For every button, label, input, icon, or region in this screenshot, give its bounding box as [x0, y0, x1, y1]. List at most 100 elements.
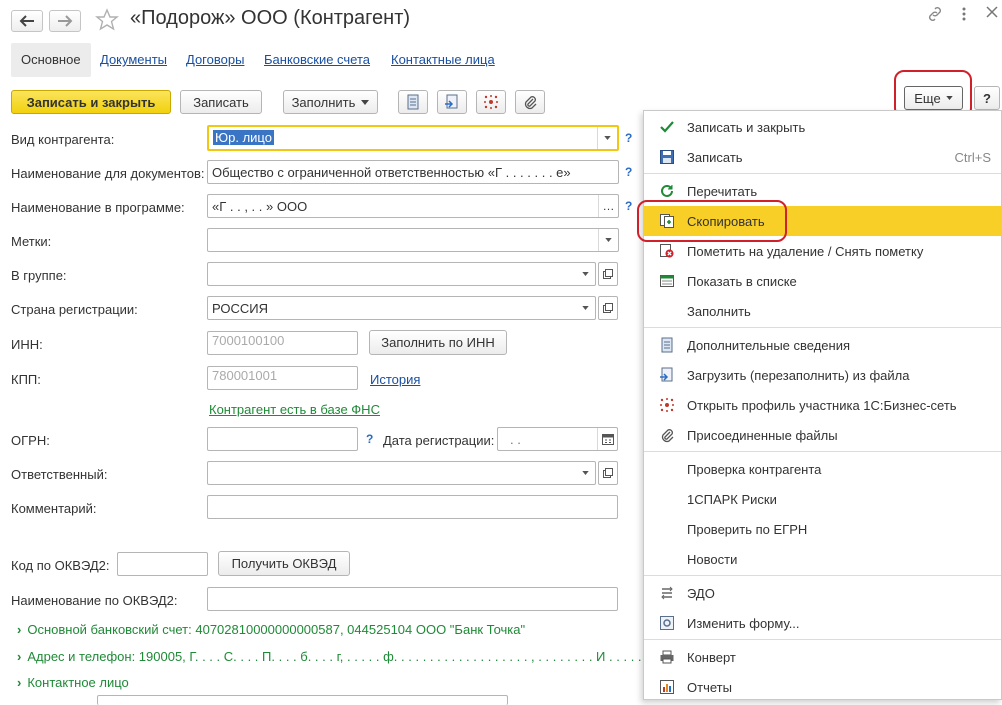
country-dropdown-button[interactable] [575, 297, 595, 319]
menu-item-label: Записать [687, 149, 743, 165]
group-open-button[interactable] [598, 262, 618, 286]
ogrn-help-icon[interactable]: ? [366, 432, 373, 446]
tab-contracts[interactable]: Договоры [186, 43, 244, 77]
triangle-down-icon [581, 471, 589, 475]
info-sheet-icon [407, 94, 419, 110]
ogrn-field[interactable] [207, 427, 358, 451]
contact-section[interactable]: › Контактное лицо [17, 675, 129, 690]
comment-field[interactable] [207, 495, 618, 519]
business-network-button[interactable] [476, 90, 506, 114]
kpp-history-link[interactable]: История [370, 372, 420, 387]
group-label: В группе: [11, 268, 67, 283]
doc-name-field[interactable]: Общество с ограниченной ответственностью… [207, 160, 619, 184]
save-and-close-button[interactable]: Записать и закрыть [11, 90, 171, 114]
more-vertical-icon[interactable] [960, 6, 968, 25]
menu-item-save-close[interactable]: Записать и закрыть [644, 112, 1001, 142]
triangle-down-icon [604, 136, 611, 140]
menu-separator [644, 173, 1001, 174]
menu-item-check-counterparty[interactable]: Проверка контрагента [644, 454, 1001, 484]
reg-date-field[interactable]: . . [497, 427, 618, 451]
country-open-button[interactable] [598, 296, 618, 320]
menu-item-change-form[interactable]: Изменить форму... [644, 608, 1001, 638]
fill-dropdown-button[interactable]: Заполнить [283, 90, 378, 114]
bank-account-section[interactable]: › Основной банковский счет: 4070281000000… [17, 622, 525, 637]
doc-name-help-icon[interactable]: ? [625, 165, 632, 179]
responsible-dropdown-button[interactable] [575, 462, 595, 484]
prog-name-field[interactable]: «Г . . , . . » ООО … [207, 194, 619, 218]
menu-item-additional-info[interactable]: Дополнительные сведения [644, 330, 1001, 360]
menu-item-envelope[interactable]: Конверт [644, 642, 1001, 672]
inn-field[interactable]: 7000100100 [207, 331, 358, 355]
favorite-star-icon[interactable] [95, 8, 119, 35]
kpp-field[interactable]: 780001001 [207, 366, 358, 390]
fill-by-inn-button[interactable]: Заполнить по ИНН [369, 330, 507, 355]
menu-item-business-network[interactable]: Открыть профиль участника 1С:Бизнес-сеть [644, 390, 1001, 420]
menu-item-show-in-list[interactable]: Показать в списке [644, 266, 1001, 296]
tab-documents[interactable]: Документы [100, 43, 167, 77]
load-file-button[interactable] [437, 90, 467, 114]
inn-value: 7000100100 [212, 333, 285, 348]
menu-item-attached-files[interactable]: Присоединенные файлы [644, 420, 1001, 450]
close-icon[interactable] [986, 6, 998, 21]
menu-item-label: Проверить по ЕГРН [687, 521, 808, 537]
reg-date-value: . . [510, 432, 521, 447]
menu-item-edo[interactable]: ЭДО [644, 578, 1001, 608]
calendar-icon [601, 434, 614, 445]
info-sheet-button[interactable] [398, 90, 428, 114]
menu-item-reports[interactable]: Отчеты [644, 672, 1001, 702]
tags-field[interactable] [207, 228, 619, 252]
refresh-icon [659, 183, 675, 199]
doc-name-label: Наименование для документов: [11, 166, 205, 181]
menu-item-load-file[interactable]: Загрузить (перезаполнить) из файла [644, 360, 1001, 390]
load-file-icon [659, 367, 675, 383]
menu-separator [644, 451, 1001, 452]
menu-item-save[interactable]: Записать Ctrl+S [644, 142, 1001, 172]
open-window-icon [603, 269, 613, 279]
tab-bank-accounts[interactable]: Банковские счета [264, 43, 370, 77]
group-dropdown-button[interactable] [575, 263, 595, 285]
okved-code-label: Код по ОКВЭД2: [11, 558, 110, 573]
prog-name-ellipsis-button[interactable]: … [598, 195, 618, 217]
kind-dropdown-button[interactable] [597, 127, 617, 149]
kind-field[interactable]: Юр. лицо [207, 125, 619, 151]
menu-item-fill[interactable]: Заполнить [644, 296, 1001, 326]
save-button[interactable]: Записать [180, 90, 262, 114]
get-okved-button[interactable]: Получить ОКВЭД [218, 551, 350, 576]
menu-item-check-egrn[interactable]: Проверить по ЕГРН [644, 514, 1001, 544]
delete-mark-icon [659, 243, 675, 259]
tab-main[interactable]: Основное [11, 43, 91, 77]
forward-button[interactable] [49, 10, 81, 32]
okved-code-field[interactable] [117, 552, 208, 576]
calendar-button[interactable] [597, 428, 617, 450]
responsible-label: Ответственный: [11, 467, 108, 482]
tags-dropdown-button[interactable] [598, 229, 618, 251]
menu-item-spark-risks[interactable]: 1СПАРК Риски [644, 484, 1001, 514]
address-section[interactable]: › Адрес и телефон: 190005, Г. . . . С. . … [17, 649, 642, 664]
responsible-field[interactable] [207, 461, 596, 485]
menu-item-label: Загрузить (перезаполнить) из файла [687, 367, 910, 383]
kind-help-icon[interactable]: ? [625, 131, 632, 145]
help-button[interactable]: ? [974, 86, 1000, 110]
responsible-open-button[interactable] [598, 461, 618, 485]
menu-item-label: Изменить форму... [687, 615, 800, 631]
menu-item-news[interactable]: Новости [644, 544, 1001, 574]
info-sheet-icon [659, 337, 675, 353]
country-field[interactable]: РОССИЯ [207, 296, 596, 320]
contact-field[interactable] [97, 695, 508, 705]
country-value: РОССИЯ [212, 301, 269, 316]
edo-icon [659, 585, 675, 601]
ogrn-label: ОГРН: [11, 433, 50, 448]
attachments-button[interactable] [515, 90, 545, 114]
kpp-value: 780001001 [212, 368, 278, 383]
back-button[interactable] [11, 10, 43, 32]
prog-name-help-icon[interactable]: ? [625, 199, 632, 213]
triangle-down-icon [581, 272, 589, 276]
okved-name-field[interactable] [207, 587, 618, 611]
menu-item-label: Присоединенные файлы [687, 427, 838, 443]
network-icon [484, 95, 498, 109]
load-file-icon [445, 94, 458, 109]
link-icon[interactable] [926, 6, 944, 25]
tab-contacts[interactable]: Контактные лица [391, 43, 495, 77]
fns-base-link[interactable]: Контрагент есть в базе ФНС [209, 402, 380, 417]
group-field[interactable] [207, 262, 596, 286]
